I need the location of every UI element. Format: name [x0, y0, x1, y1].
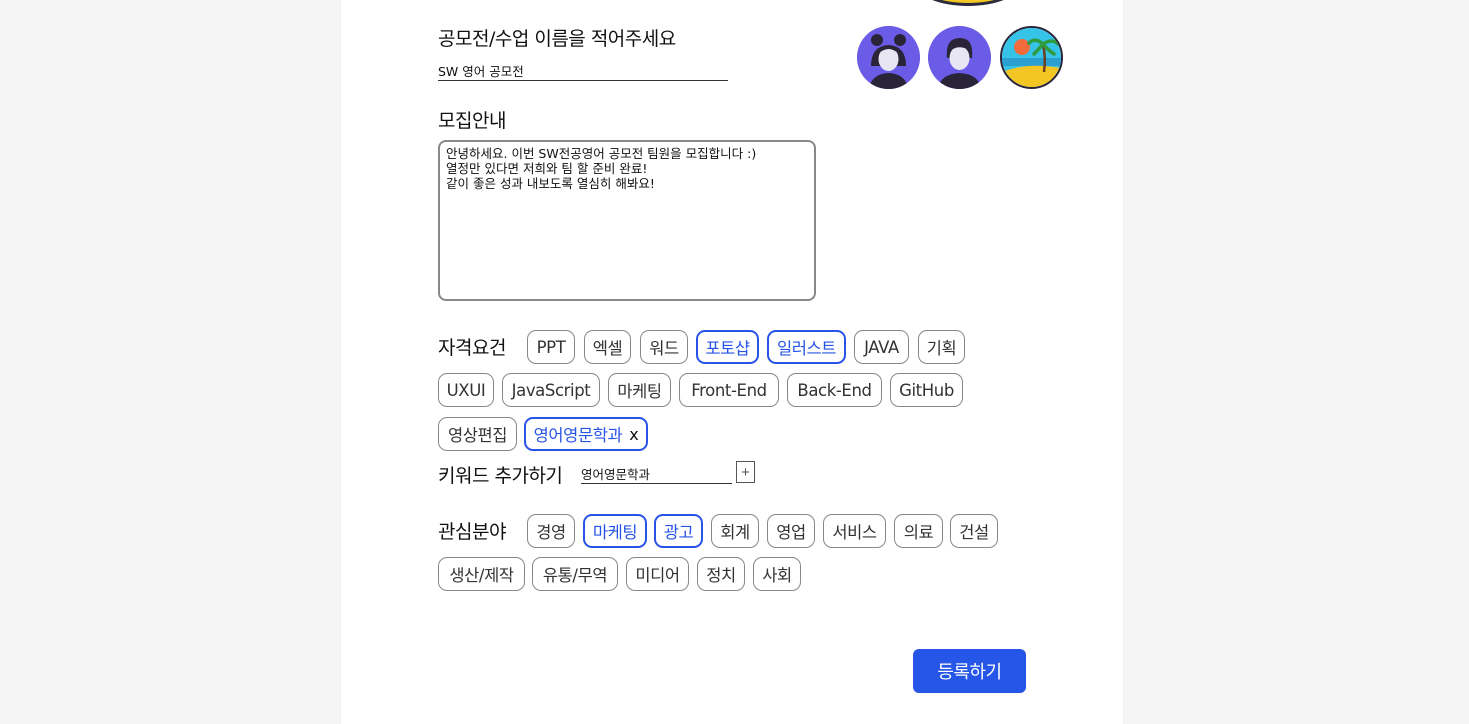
- chip-front-end[interactable]: Front-End: [679, 373, 779, 407]
- chip-label: 미디어: [635, 566, 680, 585]
- chip-label: 경영: [536, 523, 566, 542]
- chip-distribution-trade[interactable]: 유통/무역: [532, 557, 618, 591]
- chip-label: Front-End: [691, 380, 767, 400]
- avatar-option-girl[interactable]: [857, 26, 920, 89]
- chip-label: 회계: [720, 523, 750, 542]
- keyword-label: 키워드 추가하기: [438, 465, 563, 487]
- chip-service[interactable]: 서비스: [823, 514, 886, 548]
- chip-label: JAVA: [864, 337, 899, 357]
- add-keyword-button[interactable]: +: [736, 461, 755, 483]
- chip-label: 마케팅: [617, 382, 662, 401]
- chip-marketing-interest[interactable]: 마케팅: [583, 514, 647, 548]
- chip-photoshop[interactable]: 포토샵: [696, 330, 759, 364]
- chip-production[interactable]: 생산/제작: [438, 557, 525, 591]
- chip-word[interactable]: 워드: [640, 330, 688, 364]
- beach-avatar-icon: [1002, 28, 1061, 87]
- chip-advertising[interactable]: 광고: [654, 514, 703, 548]
- contest-name-input[interactable]: [438, 62, 728, 81]
- chip-english-literature[interactable]: 영어영문학과 x: [524, 417, 648, 451]
- chip-label: 생산/제작: [449, 566, 514, 585]
- chip-label: 건설: [959, 523, 989, 542]
- girl-avatar-icon: [857, 26, 920, 89]
- recruit-label: 모집안내: [438, 110, 506, 132]
- chip-label: 영상편집: [447, 426, 508, 445]
- submit-button[interactable]: 등록하기: [913, 649, 1026, 693]
- chip-java[interactable]: JAVA: [854, 330, 909, 364]
- chip-label: 일러스트: [776, 339, 837, 358]
- chip-label: 워드: [649, 339, 679, 358]
- chip-politics[interactable]: 정치: [697, 557, 745, 591]
- chip-excel[interactable]: 엑셀: [584, 330, 631, 364]
- contest-name-label: 공모전/수업 이름을 적어주세요: [438, 28, 676, 50]
- chip-label: Back-End: [797, 380, 872, 400]
- chip-label: 영업: [776, 523, 806, 542]
- chip-accounting[interactable]: 회계: [711, 514, 759, 548]
- form-card: 공모전/수업 이름을 적어주세요 모집: [341, 0, 1123, 724]
- chip-github[interactable]: GitHub: [890, 373, 963, 407]
- avatar-option-beach[interactable]: [1000, 26, 1063, 89]
- chip-society[interactable]: 사회: [753, 557, 801, 591]
- chip-medical[interactable]: 의료: [894, 514, 943, 548]
- chip-management[interactable]: 경영: [527, 514, 575, 548]
- chip-back-end[interactable]: Back-End: [787, 373, 882, 407]
- chip-label: 포토샵: [705, 339, 750, 358]
- chip-sales[interactable]: 영업: [767, 514, 815, 548]
- qualifications-label: 자격요건: [438, 337, 506, 359]
- interests-label: 관심분야: [438, 521, 506, 543]
- chip-label: JavaScript: [511, 380, 591, 400]
- chip-label: 사회: [762, 566, 792, 585]
- recruit-textarea[interactable]: 안녕하세요. 이번 SW전공영어 공모전 팀원을 모집합니다 :) 열정만 있다…: [438, 140, 816, 301]
- chip-label: 기획: [926, 339, 957, 358]
- chip-planning[interactable]: 기획: [918, 330, 965, 364]
- chip-uxui[interactable]: UXUI: [438, 373, 494, 407]
- chip-construction[interactable]: 건설: [950, 514, 998, 548]
- avatar-option-boy[interactable]: [928, 26, 991, 89]
- chip-media[interactable]: 미디어: [626, 557, 689, 591]
- chip-video-editing[interactable]: 영상편집: [438, 417, 517, 451]
- chip-label: 정치: [706, 566, 736, 585]
- chip-label: 유통/무역: [542, 566, 608, 585]
- chip-label: 의료: [903, 523, 934, 542]
- chip-label: 서비스: [832, 523, 877, 542]
- chip-remove-icon[interactable]: x: [629, 425, 638, 444]
- chip-label: GitHub: [899, 380, 954, 400]
- keyword-input[interactable]: [581, 465, 732, 484]
- boy-avatar-icon: [928, 26, 991, 89]
- chip-label: 영어영문학과: [533, 426, 623, 445]
- chip-illustrator[interactable]: 일러스트: [767, 330, 846, 364]
- chip-label: 광고: [663, 523, 694, 542]
- chip-ppt[interactable]: PPT: [527, 330, 575, 364]
- chip-label: PPT: [536, 337, 566, 357]
- chip-javascript[interactable]: JavaScript: [502, 373, 600, 407]
- plus-icon: +: [741, 463, 750, 481]
- chip-marketing-qual[interactable]: 마케팅: [608, 373, 671, 407]
- profile-avatar-peek: [915, 0, 1021, 6]
- chip-label: 마케팅: [592, 523, 638, 542]
- chip-label: 엑셀: [592, 339, 623, 358]
- chip-label: UXUI: [446, 380, 486, 400]
